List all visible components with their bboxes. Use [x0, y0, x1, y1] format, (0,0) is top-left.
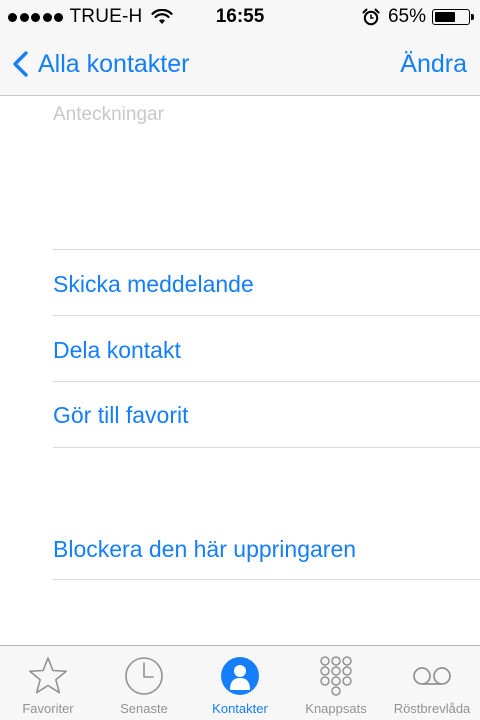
notes-field[interactable]: Anteckningar — [53, 104, 164, 126]
chevron-left-icon — [13, 51, 28, 77]
divider — [53, 249, 480, 250]
back-button[interactable]: Alla kontakter — [10, 46, 189, 82]
contact-content: Anteckningar Skicka meddelande Dela kont… — [0, 96, 480, 645]
tab-label: Röstbrevlåda — [393, 701, 471, 716]
status-bar: TRUE-H 16:55 65% — [0, 0, 480, 34]
tab-bar: Favoriter Senaste Kontakter Knappsats Rö… — [0, 645, 480, 720]
status-right: 65% — [362, 5, 474, 29]
edit-button[interactable]: Ändra — [400, 50, 467, 79]
share-contact-button[interactable]: Dela kontakt — [53, 337, 181, 364]
star-icon — [29, 657, 67, 694]
tab-recents[interactable]: Senaste — [96, 646, 192, 720]
voicemail-icon — [413, 667, 451, 685]
tab-label: Kontakter — [212, 701, 268, 716]
divider — [53, 447, 480, 448]
navigation-bar: Alla kontakter Ändra — [0, 34, 480, 96]
contacts-icon — [221, 657, 259, 695]
divider — [53, 315, 480, 316]
tab-label: Favoriter — [22, 701, 74, 716]
tab-favorites[interactable]: Favoriter — [0, 646, 96, 720]
tab-label: Knappsats — [305, 701, 367, 716]
tab-contacts[interactable]: Kontakter — [192, 646, 288, 720]
battery-percent: 65% — [387, 6, 426, 27]
battery-icon — [432, 9, 474, 25]
tab-keypad[interactable]: Knappsats — [288, 646, 384, 720]
send-message-button[interactable]: Skicka meddelande — [53, 271, 254, 298]
alarm-icon — [362, 8, 380, 26]
battery-fill — [435, 12, 455, 22]
tab-voicemail[interactable]: Röstbrevlåda — [384, 646, 480, 720]
block-caller-button[interactable]: Blockera den här uppringaren — [53, 536, 356, 563]
contact-detail-screen: TRUE-H 16:55 65% Alla kontakter Ändra An… — [0, 0, 480, 720]
clock-icon — [125, 657, 163, 695]
divider — [53, 381, 480, 382]
divider — [53, 579, 480, 580]
tab-label: Senaste — [120, 701, 168, 716]
back-button-label: Alla kontakter — [38, 49, 190, 78]
add-to-favorites-button[interactable]: Gör till favorit — [53, 402, 188, 429]
keypad-icon — [320, 656, 352, 696]
